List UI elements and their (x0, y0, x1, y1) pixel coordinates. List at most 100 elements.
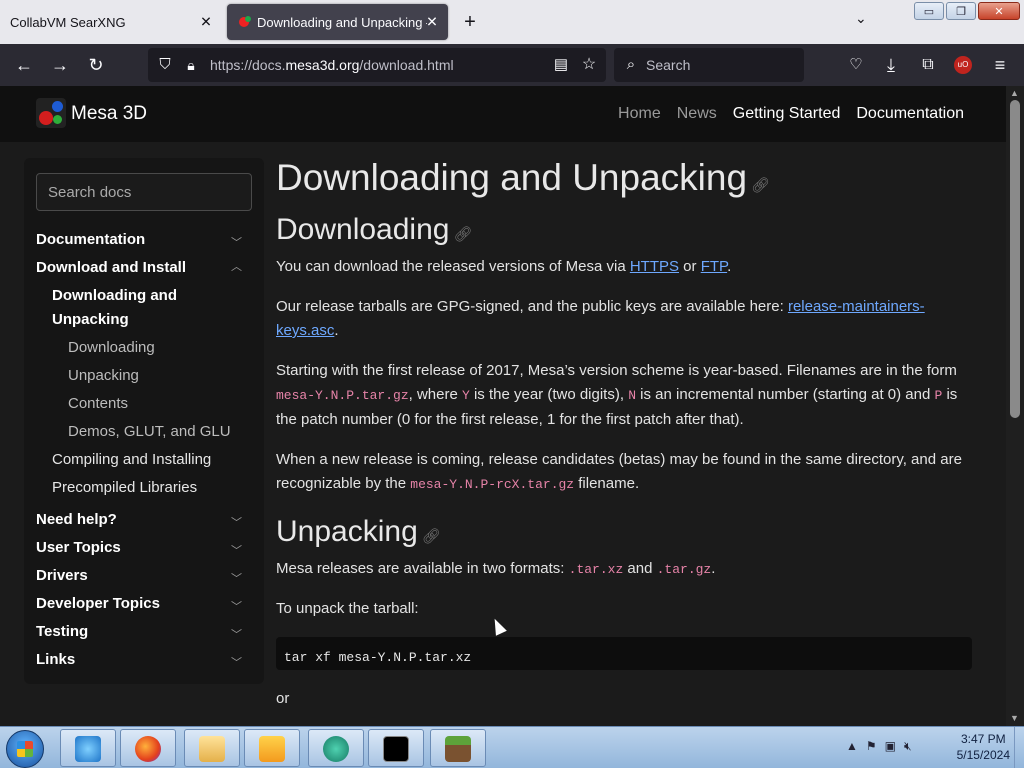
nav-getting-started[interactable]: Getting Started (733, 105, 841, 123)
text: filename. (574, 475, 640, 492)
https-link[interactable]: HTTPS (630, 258, 679, 275)
pocket-icon[interactable]: ♡ (845, 54, 867, 76)
new-tab-button[interactable]: + (460, 10, 480, 34)
taskbar-internet-explorer[interactable] (60, 729, 116, 767)
chevron-down-icon[interactable]: ﹀ (231, 598, 242, 614)
text: is an incremental number (starting at 0)… (636, 386, 935, 403)
link-anchor-icon[interactable]: 🔗︎ (453, 226, 472, 243)
mesa-favicon-icon (239, 16, 251, 27)
navigation-toolbar: ← → ↻ ⛉ 🔒︎ https://docs.mesa3d.org/downl… (0, 44, 1024, 86)
minimize-button[interactable]: ▭ (914, 2, 944, 20)
sidebar-item-unpacking[interactable]: Unpacking (68, 367, 139, 384)
site-brand[interactable]: Mesa 3D (71, 103, 147, 125)
chevron-down-icon[interactable]: ﹀ (231, 626, 242, 642)
ftp-link[interactable]: FTP (701, 258, 727, 275)
tab-close-icon[interactable]: ✕ (424, 14, 440, 31)
scrollbar-thumb[interactable] (1010, 100, 1020, 418)
sidebar-item-compiling-and-installing[interactable]: Compiling and Installing (52, 451, 211, 468)
volume-muted-icon[interactable]: 🔇︎ (904, 739, 912, 754)
scroll-down-arrow-icon[interactable]: ▼ (1010, 713, 1019, 723)
downloads-icon[interactable]: ⤓ (880, 54, 902, 76)
forward-arrow-icon[interactable]: → (49, 54, 71, 76)
sidebar-item-need-help[interactable]: Need help? (36, 511, 117, 528)
internet-explorer-icon (75, 736, 101, 762)
sidebar-item-downloading-and-unpacking-line2[interactable]: Unpacking (52, 311, 129, 328)
list-all-tabs-chevron-icon[interactable]: ⌄ (855, 10, 867, 27)
url-text[interactable]: https://docs.mesa3d.org/download.html (210, 57, 454, 73)
taskbar-app[interactable] (308, 729, 364, 767)
link-anchor-icon[interactable]: 🔗︎ (751, 177, 770, 194)
close-window-button[interactable]: ✕ (978, 2, 1020, 20)
chevron-down-icon[interactable]: ﹀ (231, 514, 242, 530)
paragraph-download-sources: You can download the released versions o… (276, 255, 976, 279)
paragraph-formats: Mesa releases are available in two forma… (276, 557, 976, 582)
taskbar-media-player[interactable] (244, 729, 300, 767)
docs-search-input[interactable] (36, 173, 252, 211)
restore-button[interactable]: ❐ (946, 2, 976, 20)
taskbar-firefox[interactable] (120, 729, 176, 767)
nav-news[interactable]: News (677, 105, 717, 123)
sidebar-item-downloading-and-unpacking[interactable]: Downloading and (52, 287, 177, 304)
text: is the year (two digits), (469, 386, 629, 403)
extensions-icon[interactable]: ⧉ (917, 54, 939, 76)
sidebar-item-downloading[interactable]: Downloading (68, 339, 155, 356)
menu-hamburger-icon[interactable]: ≡ (989, 54, 1011, 76)
back-arrow-icon[interactable]: ← (13, 54, 35, 76)
sidebar-item-demos-glut-glu[interactable]: Demos, GLUT, and GLU (68, 423, 231, 440)
inline-code: N (628, 388, 636, 403)
mesa-logo-icon[interactable] (36, 98, 66, 128)
sidebar-item-download-and-install[interactable]: Download and Install (36, 259, 186, 276)
app-icon (323, 736, 349, 762)
scroll-up-arrow-icon[interactable]: ▲ (1010, 88, 1019, 98)
chevron-up-icon[interactable]: ︿ (231, 258, 242, 274)
docs-sidebar: Documentation ﹀ Download and Install ︿ D… (24, 158, 264, 684)
tab-collabvm-searxng[interactable]: CollabVM SearXNG ✕ (0, 0, 222, 44)
show-hidden-icons-icon[interactable]: ▲ (846, 739, 858, 754)
url-bar[interactable]: ⛉ 🔒︎ https://docs.mesa3d.org/download.ht… (148, 48, 606, 82)
show-desktop-button[interactable] (1014, 727, 1024, 768)
start-button[interactable] (6, 730, 44, 768)
text: , where (408, 386, 462, 403)
shield-icon[interactable]: ⛉ (154, 54, 176, 76)
reload-icon[interactable]: ↻ (85, 54, 107, 76)
page-title-text: Downloading and Unpacking (276, 157, 748, 198)
chevron-down-icon[interactable]: ﹀ (231, 542, 242, 558)
search-bar[interactable]: ⌕ Search (614, 48, 804, 82)
sidebar-item-documentation[interactable]: Documentation (36, 231, 145, 248)
folder-icon (199, 736, 225, 762)
chevron-down-icon[interactable]: ﹀ (231, 234, 242, 250)
taskbar-command-prompt[interactable] (368, 729, 424, 767)
nav-home[interactable]: Home (618, 105, 661, 123)
clock[interactable]: 3:47 PM 5/15/2024 (957, 731, 1010, 763)
tab-title: CollabVM SearXNG (10, 14, 126, 30)
sidebar-item-contents[interactable]: Contents (68, 395, 128, 412)
sidebar-item-links[interactable]: Links (36, 651, 75, 668)
chevron-down-icon[interactable]: ﹀ (231, 570, 242, 586)
sidebar-item-precompiled-libraries[interactable]: Precompiled Libraries (52, 479, 197, 496)
sidebar-item-drivers[interactable]: Drivers (36, 567, 88, 584)
tab-downloading-and-unpacking[interactable]: Downloading and Unpacking — ✕ (227, 4, 448, 40)
bookmark-star-icon[interactable]: ☆ (578, 54, 600, 76)
link-anchor-icon[interactable]: 🔗︎ (422, 528, 441, 545)
media-player-icon (259, 736, 285, 762)
windows-taskbar: ▲ ⚑ ▣ 🔇︎ 3:47 PM 5/15/2024 (0, 726, 1024, 768)
text: . (711, 560, 716, 577)
url-path: /download.html (359, 57, 454, 73)
chevron-down-icon[interactable]: ﹀ (231, 654, 242, 670)
tab-close-icon[interactable]: ✕ (198, 14, 214, 31)
tab-strip: CollabVM SearXNG ✕ Downloading and Unpac… (0, 0, 1024, 44)
taskbar-file-explorer[interactable] (184, 729, 240, 767)
lock-icon[interactable]: 🔒︎ (180, 54, 202, 76)
action-center-flag-icon[interactable]: ⚑ (866, 739, 877, 754)
ublock-origin-icon[interactable]: uO (954, 56, 972, 74)
page-scrollbar[interactable]: ▲ ▼ (1006, 86, 1024, 726)
reader-view-icon[interactable]: ▤ (550, 54, 572, 76)
sidebar-item-user-topics[interactable]: User Topics (36, 539, 121, 556)
command-prompt-icon (383, 736, 409, 762)
taskbar-minecraft[interactable] (430, 729, 486, 767)
nav-documentation[interactable]: Documentation (856, 105, 964, 123)
network-icon[interactable]: ▣ (885, 739, 896, 754)
sidebar-item-developer-topics[interactable]: Developer Topics (36, 595, 160, 612)
web-page: Mesa 3D Home News Getting Started Docume… (0, 86, 1006, 726)
sidebar-item-testing[interactable]: Testing (36, 623, 88, 640)
